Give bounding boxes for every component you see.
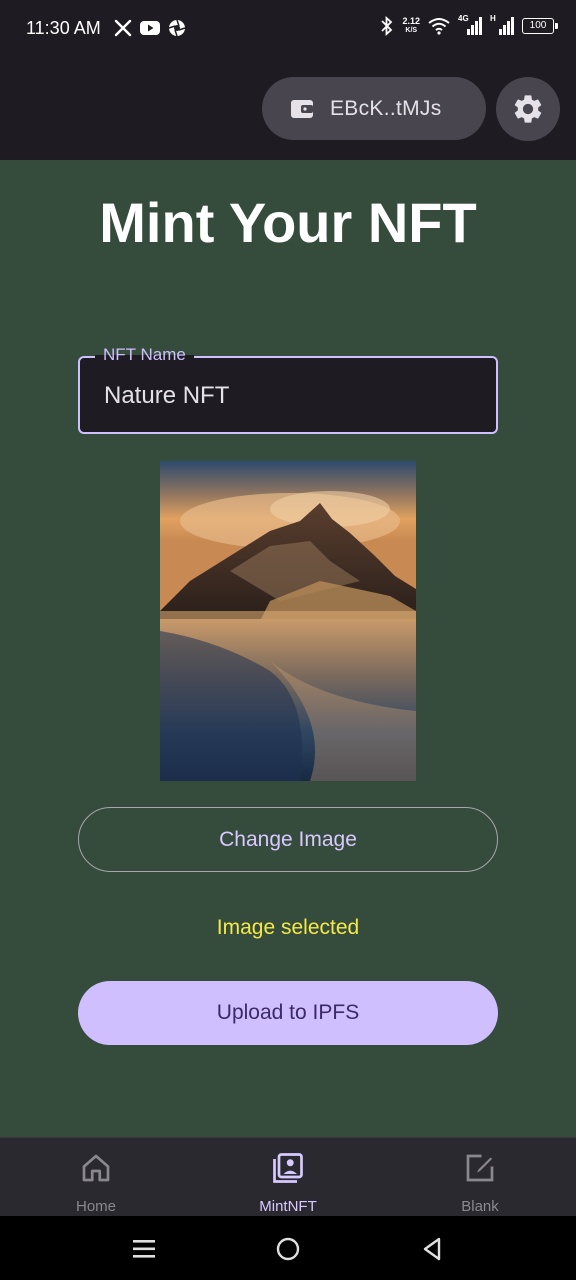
gear-icon	[514, 95, 542, 123]
main-content: Mint Your NFT NFT Name Nature NFT Change…	[0, 160, 576, 1137]
x-icon	[114, 19, 132, 37]
nav-label-blank: Blank	[461, 1198, 499, 1215]
bluetooth-icon	[381, 16, 393, 36]
nft-image-preview	[160, 461, 416, 781]
signal2-icon	[499, 17, 514, 35]
wallet-address: EBcK..tMJs	[330, 96, 442, 120]
signal-4g: 4G	[458, 14, 482, 36]
youtube-icon	[140, 21, 160, 35]
settings-button[interactable]	[496, 77, 560, 141]
edit-icon	[466, 1154, 494, 1182]
nav-label-mintnft: MintNFT	[259, 1198, 317, 1215]
status-bar: 11:30 AM 2.12 K/S 4G H 100	[0, 0, 576, 60]
status-time: 11:30 AM	[26, 18, 101, 38]
nav-item-mintnft[interactable]: MintNFT	[192, 1138, 384, 1217]
gallery-icon	[273, 1153, 303, 1183]
signal-icon	[467, 17, 482, 35]
aperture-icon	[168, 19, 186, 37]
change-image-button[interactable]: Change Image	[78, 807, 498, 872]
system-navigation-bar	[0, 1216, 576, 1280]
bottom-navigation: Home MintNFT Blank	[0, 1137, 576, 1217]
image-status-message: Image selected	[216, 916, 360, 939]
nav-label-home: Home	[75, 1198, 116, 1215]
upload-ipfs-button[interactable]: Upload to IPFS	[78, 981, 498, 1045]
status-right-icons: 2.12 K/S 4G H 100	[380, 14, 558, 36]
page-title: Mint Your NFT	[99, 191, 477, 254]
status-left-icons	[114, 19, 186, 37]
home-circle-icon[interactable]	[273, 1234, 303, 1264]
nft-name-input[interactable]	[104, 378, 464, 414]
nav-item-home[interactable]: Home	[0, 1138, 192, 1217]
wallet-button[interactable]: EBcK..tMJs	[262, 77, 486, 140]
recents-menu-icon[interactable]	[129, 1234, 159, 1264]
net-speed-value: 2.12	[402, 16, 420, 26]
wallet-icon	[291, 99, 313, 118]
mountain-lake-image	[160, 461, 416, 781]
nft-name-label: NFT Name	[95, 345, 194, 365]
top-app-bar: EBcK..tMJs	[0, 60, 576, 160]
net-speed-unit: K/S	[405, 27, 418, 34]
signal-h: H	[490, 14, 514, 36]
nft-name-field[interactable]: NFT Name	[78, 345, 498, 434]
back-triangle-icon[interactable]	[417, 1234, 447, 1264]
net-speed: 2.12 K/S	[402, 16, 420, 36]
wifi-icon	[428, 18, 450, 35]
nav-item-blank[interactable]: Blank	[384, 1138, 576, 1217]
battery-indicator: 100	[522, 18, 558, 34]
home-icon	[82, 1154, 110, 1182]
